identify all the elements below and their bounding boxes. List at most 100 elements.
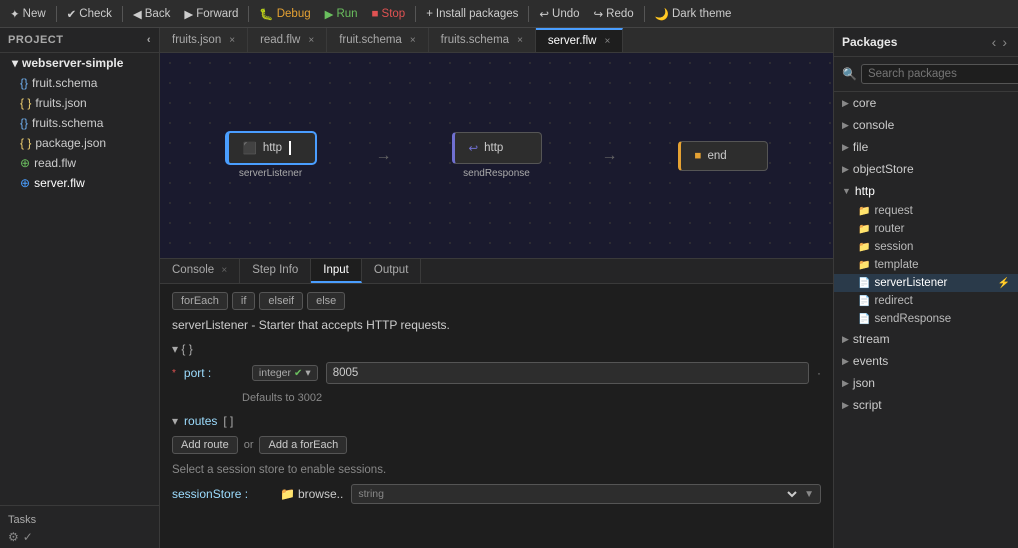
panel-tab-console[interactable]: Console × — [160, 259, 240, 283]
port-input[interactable] — [326, 362, 809, 384]
pkg-console-label: console — [853, 118, 894, 132]
pkg-category-events[interactable]: ▶ events — [834, 350, 1018, 372]
tab-fruit-schema[interactable]: fruit.schema × — [327, 28, 428, 52]
sidebar-item-fruits-schema[interactable]: {} fruits.schema — [0, 113, 159, 133]
undo-button[interactable]: ↩ Undo — [533, 5, 585, 23]
pkg-category-stream[interactable]: ▶ stream — [834, 328, 1018, 350]
packages-list: ▶ core ▶ console ▶ file ▶ objectStore ▼ … — [834, 92, 1018, 548]
separator-4 — [415, 6, 416, 22]
tab-fruits-schema[interactable]: fruits.schema × — [429, 28, 536, 52]
session-browse[interactable]: 📁 browse.. — [280, 487, 343, 501]
session-dropdown[interactable] — [388, 487, 800, 501]
pkg-sub-template[interactable]: 📁 template — [834, 256, 1018, 274]
back-button[interactable]: ◀ Back — [127, 5, 176, 23]
node-http-icon: ⬛ — [243, 141, 257, 155]
panel-tab-output[interactable]: Output — [362, 259, 422, 283]
debug-icon: 🐛 — [259, 7, 273, 21]
gear-icon[interactable]: ⚙ — [8, 530, 19, 544]
add-route-button[interactable]: Add route — [172, 436, 238, 454]
packages-search-input[interactable] — [861, 64, 1018, 84]
panel-tab-stepinfo[interactable]: Step Info — [240, 259, 311, 283]
pkg-sub-request[interactable]: 📁 request — [834, 202, 1018, 220]
type-check-icon: ✔ — [294, 368, 302, 379]
check-task-icon[interactable]: ✓ — [23, 530, 33, 544]
panel-tab-input[interactable]: Input — [311, 259, 362, 283]
session-store-label: sessionStore : — [172, 487, 272, 501]
pkg-http-label: http — [855, 184, 875, 198]
filter-if[interactable]: if — [232, 292, 256, 310]
port-type-badge[interactable]: integer ✔ ▾ — [252, 365, 318, 381]
run-button[interactable]: ▶ Run — [319, 5, 364, 23]
pkg-json-label: json — [853, 376, 875, 390]
sidebar-item-fruits-json[interactable]: { } fruits.json — [0, 93, 159, 113]
pkg-sub-serverlistener[interactable]: 📄 serverListener ⚡ — [834, 274, 1018, 292]
close-tab-fruit-schema[interactable]: × — [410, 35, 416, 46]
moon-icon: 🌙 — [655, 7, 669, 21]
pkg-category-objectstore[interactable]: ▶ objectStore — [834, 158, 1018, 180]
dark-theme-button[interactable]: 🌙 Dark theme — [649, 5, 738, 23]
filter-elseif[interactable]: elseif — [259, 292, 303, 310]
tab-fruits-json[interactable]: fruits.json × — [160, 28, 248, 52]
pkg-folder-icon-template: 📁 — [858, 260, 870, 271]
node-sendresponse[interactable]: ↩ http — [452, 132, 542, 164]
folder-arrow-icon: ▾ — [12, 56, 18, 70]
pkg-category-file[interactable]: ▶ file — [834, 136, 1018, 158]
packages-title: Packages — [842, 35, 897, 49]
search-icon: 🔍 — [842, 67, 857, 81]
new-button[interactable]: ✦ New — [4, 5, 52, 23]
tab-read-flw[interactable]: read.flw × — [248, 28, 327, 52]
close-tab-read-flw[interactable]: × — [308, 35, 314, 46]
close-tab-fruits-schema[interactable]: × — [517, 35, 523, 46]
json-file-icon: { } — [20, 96, 31, 110]
port-label: port : — [184, 366, 244, 380]
pkg-folder-icon-request: 📁 — [858, 206, 870, 217]
node-wrapper-serverlistener: ⬛ http serverListener — [226, 132, 316, 179]
filter-else[interactable]: else — [307, 292, 345, 310]
close-tab-fruits-json[interactable]: × — [229, 35, 235, 46]
debug-button[interactable]: 🐛 Debug — [253, 5, 316, 23]
pkg-category-script[interactable]: ▶ script — [834, 394, 1018, 416]
close-console-tab[interactable]: × — [221, 265, 227, 276]
pkg-request-label: request — [874, 205, 912, 217]
node-serverlistener[interactable]: ⬛ http — [226, 132, 316, 164]
packages-nav: ‹ › — [989, 34, 1010, 50]
pkg-chevron-script: ▶ — [842, 400, 849, 411]
pkg-sub-session[interactable]: 📁 session — [834, 238, 1018, 256]
close-tab-server-flw[interactable]: × — [604, 36, 610, 47]
main-area: Project ‹ ▾ webserver-simple {} fruit.sc… — [0, 28, 1018, 548]
pkg-nav-right[interactable]: › — [999, 34, 1010, 50]
sidebar-item-fruit-schema[interactable]: {} fruit.schema — [0, 73, 159, 93]
stop-button[interactable]: ■ Stop — [366, 6, 412, 22]
sidebar-item-server-flw[interactable]: ⊕ server.flw — [0, 173, 159, 193]
pkg-category-core[interactable]: ▶ core — [834, 92, 1018, 114]
node-serverlistener-label: http — [263, 142, 282, 154]
redo-button[interactable]: ↪ Redo — [588, 5, 640, 23]
tab-server-flw[interactable]: server.flw × — [536, 28, 623, 52]
browse-text: browse.. — [298, 487, 343, 501]
defaults-text: Defaults to 3002 — [242, 392, 821, 404]
check-button[interactable]: ✔ Check — [61, 5, 118, 23]
sidebar-root-folder[interactable]: ▾ webserver-simple — [0, 53, 159, 73]
pkg-category-http[interactable]: ▼ http — [834, 180, 1018, 202]
pkg-nav-left[interactable]: ‹ — [989, 34, 1000, 50]
pkg-category-json[interactable]: ▶ json — [834, 372, 1018, 394]
sidebar-item-read-flw[interactable]: ⊕ read.flw — [0, 153, 159, 173]
sidebar-item-package-json[interactable]: { } package.json — [0, 133, 159, 153]
sidebar-spacer — [0, 193, 159, 505]
add-foreach-button[interactable]: Add a forEach — [259, 436, 347, 454]
canvas[interactable]: ⬛ http serverListener → ↩ http sendRespo… — [160, 53, 833, 258]
new-icon: ✦ — [10, 7, 20, 21]
install-packages-button[interactable]: + Install packages — [420, 6, 524, 22]
packages-header: Packages ‹ › — [834, 28, 1018, 57]
sidebar-collapse[interactable]: ‹ — [147, 34, 151, 46]
pkg-category-console[interactable]: ▶ console — [834, 114, 1018, 136]
pkg-sub-redirect[interactable]: 📄 redirect — [834, 292, 1018, 310]
filter-foreach[interactable]: forEach — [172, 292, 228, 310]
node-end[interactable]: ■ end — [678, 141, 768, 171]
pkg-template-label: template — [874, 259, 918, 271]
pkg-sub-sendresponse[interactable]: 📄 sendResponse — [834, 310, 1018, 328]
flw-blue-icon: ⊕ — [20, 176, 30, 190]
pkg-sub-router[interactable]: 📁 router — [834, 220, 1018, 238]
forward-button[interactable]: ▶ Forward — [178, 5, 244, 23]
schema-file-icon: {} — [20, 76, 28, 90]
